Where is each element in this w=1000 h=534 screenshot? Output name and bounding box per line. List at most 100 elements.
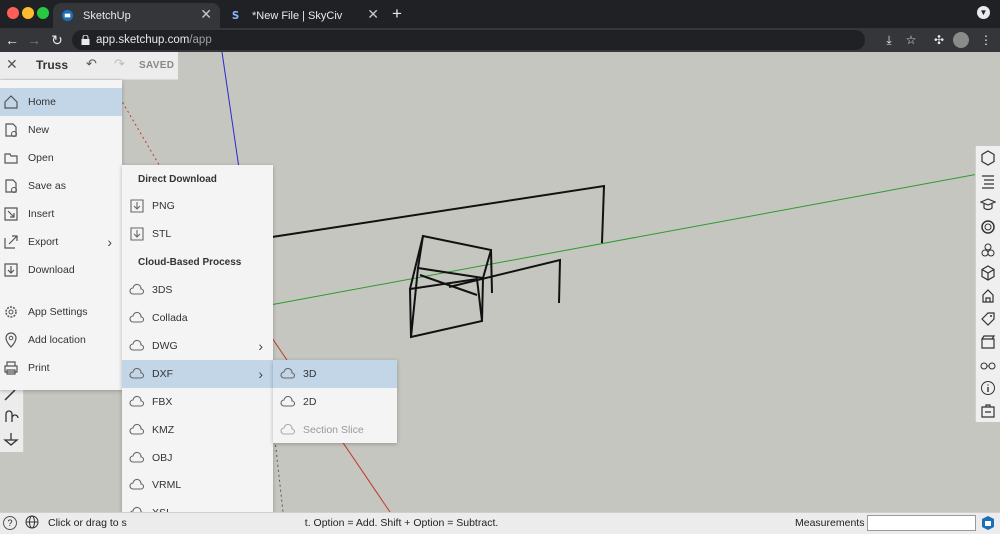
export-collada[interactable]: Collada [122, 304, 273, 332]
menu-item-label: DWG [152, 340, 178, 352]
new-tab-button[interactable]: + [392, 4, 402, 24]
profile-avatar[interactable] [953, 32, 969, 48]
status-hint: Click or drag to s t. Option = Add. Shift… [48, 517, 498, 529]
folder-icon [4, 153, 18, 164]
download-icon [4, 263, 18, 277]
url-field[interactable]: app.sketchup.com/app [72, 30, 865, 50]
outliner-icon[interactable] [980, 173, 996, 189]
menu-item-print[interactable]: Print [0, 354, 122, 382]
menu-item-download[interactable]: Download [0, 256, 122, 284]
close-tab-icon[interactable]: ✕ [200, 6, 212, 23]
menu-item-add-location[interactable]: Add location [0, 326, 122, 354]
close-window-button[interactable] [7, 7, 19, 19]
dxf-2d[interactable]: 2D [273, 388, 397, 416]
sketchup-favicon-icon [61, 9, 74, 22]
skyciv-favicon-icon: S [232, 11, 239, 22]
menu-item-label: 3D [303, 368, 317, 380]
entity-info-icon[interactable] [980, 150, 996, 166]
display-glasses-icon[interactable] [980, 357, 996, 373]
save-as-icon [5, 179, 17, 193]
3d-warehouse-icon[interactable] [980, 265, 996, 281]
dxf-3d[interactable]: 3D [273, 360, 397, 388]
truss-model[interactable] [271, 184, 606, 339]
minimize-window-button[interactable] [22, 7, 34, 19]
export-kmz[interactable]: KMZ [122, 416, 273, 444]
cloud-process-header: Cloud-Based Process [138, 257, 242, 268]
download-icon [130, 199, 144, 213]
menu-item-label: Collada [152, 312, 188, 324]
cloud-icon [280, 367, 296, 379]
maximize-window-button[interactable] [37, 7, 49, 19]
extension-manager-icon[interactable] [980, 403, 996, 419]
menu-item-label: 2D [303, 396, 317, 408]
menu-item-export[interactable]: Export › [0, 228, 122, 256]
menu-item-label: Download [28, 264, 75, 276]
lock-icon [81, 35, 90, 45]
tags-icon[interactable] [980, 311, 996, 327]
menu-item-label: Insert [28, 208, 55, 220]
arc-tool-icon[interactable] [3, 408, 19, 424]
menu-item-label: Save as [28, 180, 66, 192]
export-png[interactable]: PNG [122, 192, 273, 220]
menu-item-label: Home [28, 96, 57, 108]
measurements-input[interactable] [867, 515, 976, 531]
export-fbx[interactable]: FBX [122, 388, 273, 416]
cloud-icon [129, 283, 145, 295]
document-name[interactable]: Truss [36, 58, 68, 72]
help-icon[interactable]: ? [3, 516, 17, 530]
redo-icon[interactable]: ↷ [114, 56, 125, 72]
menu-item-label: Section Slice [303, 424, 364, 436]
tab-sketchup[interactable]: SketchUp ✕ [53, 3, 220, 28]
chevron-right-icon: › [107, 234, 112, 250]
export-vrml[interactable]: VRML [122, 471, 273, 499]
styles-icon[interactable] [980, 288, 996, 304]
bookmark-star-icon[interactable]: ☆ [903, 32, 919, 48]
cloud-icon [129, 339, 145, 351]
scenes-icon[interactable] [980, 334, 996, 350]
tab-title: SketchUp [83, 9, 131, 22]
red-axis-dashed [119, 97, 166, 176]
export-obj[interactable]: OBJ [122, 444, 273, 472]
cloud-icon [280, 423, 296, 435]
menu-item-open[interactable]: Open [0, 144, 122, 172]
reload-icon[interactable]: ↻ [47, 30, 67, 50]
measurements-label: Measurements [795, 517, 865, 529]
menu-item-home[interactable]: Home [0, 88, 122, 116]
svg-text:S: S [232, 11, 239, 22]
extensions-puzzle-icon[interactable]: ✣ [931, 32, 947, 48]
export-stl[interactable]: STL [122, 220, 273, 248]
menu-item-label: KMZ [152, 424, 175, 436]
tab-search-icon[interactable]: ▼ [977, 6, 990, 19]
gear-icon [5, 306, 17, 318]
printer-icon [4, 361, 18, 375]
info-icon[interactable] [980, 380, 996, 396]
components-icon[interactable] [980, 242, 996, 258]
install-app-icon[interactable]: ⤓ [881, 32, 897, 48]
export-dxf[interactable]: DXF › [122, 360, 273, 388]
sketchup-logo-icon [982, 516, 994, 530]
tab-skyciv[interactable]: S *New File | SkyCiv ✕ [222, 3, 387, 28]
menu-item-label: Export [28, 236, 59, 248]
menu-item-label: FBX [152, 396, 173, 408]
back-arrow-icon[interactable]: ← [2, 30, 22, 50]
tab-title: *New File | SkyCiv [252, 9, 343, 22]
forward-arrow-icon[interactable]: → [24, 30, 44, 50]
instructor-icon[interactable] [980, 196, 996, 212]
push-pull-tool-icon[interactable] [3, 431, 19, 447]
undo-icon[interactable]: ↶ [86, 56, 97, 72]
close-icon[interactable]: ✕ [6, 56, 18, 73]
browser-menu-icon[interactable]: ⋮ [978, 32, 994, 48]
globe-icon[interactable] [25, 515, 39, 529]
menu-item-save-as[interactable]: Save as [0, 172, 122, 200]
materials-icon[interactable] [980, 219, 996, 235]
export-dwg[interactable]: DWG › [122, 332, 273, 360]
menu-item-app-settings[interactable]: App Settings [0, 298, 122, 326]
menu-item-insert[interactable]: Insert [0, 200, 122, 228]
blue-axis [221, 52, 241, 176]
close-tab-icon[interactable]: ✕ [367, 6, 379, 23]
right-panel-tray [975, 146, 1000, 422]
export-3ds[interactable]: 3DS [122, 276, 273, 304]
home-icon [4, 95, 18, 109]
url-host: app.sketchup.com [96, 34, 190, 46]
menu-item-new[interactable]: New [0, 116, 122, 144]
